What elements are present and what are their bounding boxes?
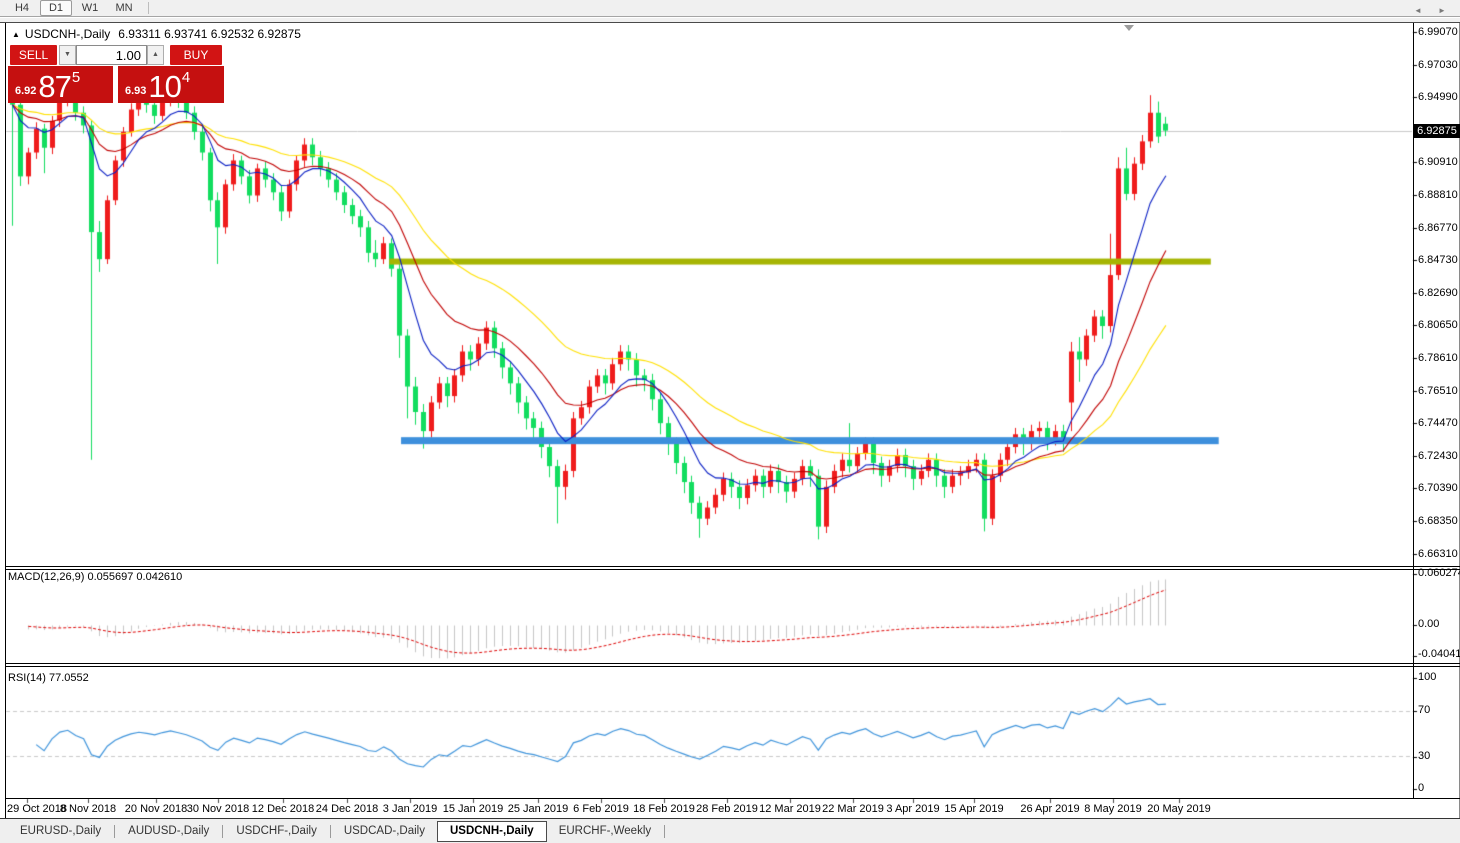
price-axis-label: 6.88810 <box>1418 189 1458 201</box>
date-label: 18 Feb 2019 <box>633 803 695 815</box>
timeframe-button-d1[interactable]: D1 <box>40 0 72 16</box>
date-label: 26 Apr 2019 <box>1020 803 1080 815</box>
macd-rsi-separator-line1[interactable] <box>5 663 1460 664</box>
one-click-trading-panel: SELL ▼ ▲ BUY 6.92 87 5 6.93 10 4 <box>8 44 224 104</box>
date-label: 20 May 2019 <box>1147 803 1211 815</box>
rsi-axis-label: 0 <box>1418 782 1425 794</box>
date-label: 15 Jan 2019 <box>442 803 504 815</box>
date-label: 15 Apr 2019 <box>944 803 1004 815</box>
timeframe-button-h4[interactable]: H4 <box>6 0 38 16</box>
price-axis-label: 6.68350 <box>1418 515 1458 527</box>
price-axis-label: 6.99070 <box>1418 26 1458 38</box>
tab-eurusd[interactable]: EURUSD-,Daily <box>8 822 113 840</box>
rsi-axis-label: 100 <box>1418 671 1437 683</box>
tab-separator <box>114 824 116 838</box>
volume-decrease-button[interactable]: ▼ <box>59 45 76 65</box>
chart-macd-separator-line1[interactable] <box>5 566 1460 567</box>
price-axis-label: 6.82690 <box>1418 286 1458 299</box>
date-label: 3 Apr 2019 <box>886 803 940 815</box>
tab-scroll-left-icon[interactable]: ◄ <box>1414 6 1422 15</box>
price-axis-label: 6.76510 <box>1418 384 1458 397</box>
volume-increase-button[interactable]: ▲ <box>147 45 164 65</box>
price-axis-label: 6.84730 <box>1418 254 1458 267</box>
price-axis-label: 6.74470 <box>1418 417 1458 430</box>
sell-button[interactable]: SELL <box>10 45 57 65</box>
macd-axis-label: -0.040412 <box>1418 648 1460 660</box>
tab-usdcad[interactable]: USDCAD-,Daily <box>332 822 437 840</box>
rsi-axis-label: 70 <box>1418 704 1431 716</box>
plot-left-border <box>5 23 6 818</box>
collapse-arrow-icon[interactable]: ▲ <box>12 30 20 39</box>
timeframe-button-mn[interactable]: MN <box>108 0 140 16</box>
chart-symbol-label: USDCNH-,Daily <box>24 27 111 41</box>
tab-separator <box>222 824 224 838</box>
buy-price-prefix: 6.93 <box>125 85 147 97</box>
volume-input[interactable] <box>76 45 147 65</box>
sell-price-prefix: 6.92 <box>15 85 37 97</box>
macd-rsi-separator-line2[interactable] <box>5 666 1460 667</box>
buy-price-display[interactable]: 6.93 10 4 <box>118 66 224 103</box>
rsi-bottom-border <box>5 798 1460 799</box>
buy-button[interactable]: BUY <box>170 45 222 65</box>
date-label: 8 May 2019 <box>1084 803 1142 815</box>
date-label: 30 Nov 2018 <box>186 803 250 815</box>
price-axis-label: 6.97030 <box>1418 58 1458 71</box>
price-axis-label: 6.66310 <box>1418 547 1458 560</box>
tab-separator <box>329 824 331 838</box>
date-label: 3 Jan 2019 <box>382 803 438 815</box>
price-axis-label: 6.70390 <box>1418 482 1458 495</box>
tab-usdcnh[interactable]: USDCNH-,Daily <box>436 820 547 842</box>
date-label: 28 Feb 2019 <box>696 803 758 815</box>
chart-macd-separator-line2[interactable] <box>5 569 1460 570</box>
tab-audusd[interactable]: AUDUSD-,Daily <box>116 822 221 840</box>
date-label: 25 Jan 2019 <box>507 803 569 815</box>
price-axis-border[interactable] <box>1413 23 1414 799</box>
tab-eurchf[interactable]: EURCHF-,Weekly <box>547 822 663 840</box>
current-price-tag: 6.92875 <box>1414 124 1460 138</box>
date-label: 8 Nov 2018 <box>59 803 117 815</box>
chart-window-top-border <box>0 22 1460 23</box>
toolbar-divider <box>148 2 149 14</box>
rsi-axis-label: 30 <box>1418 750 1431 762</box>
sell-price-sup: 5 <box>71 69 81 86</box>
rsi-indicator-label: RSI(14) 77.0552 <box>8 672 89 684</box>
date-label: 22 Mar 2019 <box>822 803 884 815</box>
price-axis-label: 6.80650 <box>1418 319 1458 332</box>
macd-indicator-label: MACD(12,26,9) 0.055697 0.042610 <box>8 571 183 583</box>
timeframe-button-w1[interactable]: W1 <box>74 0 106 16</box>
tab-scroll-right-icon[interactable]: ► <box>1438 6 1446 15</box>
date-label: 29 Oct 2018 <box>7 803 67 815</box>
macd-axis-label: 0.060274 <box>1418 567 1460 579</box>
macd-axis-label: 0.00 <box>1418 618 1440 630</box>
tab-usdchf[interactable]: USDCHF-,Daily <box>224 822 329 840</box>
price-axis-label: 6.94990 <box>1418 91 1458 104</box>
date-label: 12 Mar 2019 <box>759 803 821 815</box>
date-label: 12 Dec 2018 <box>251 803 315 815</box>
price-axis-label: 6.90910 <box>1418 156 1458 169</box>
price-axis-label: 6.72430 <box>1418 449 1458 462</box>
buy-price-main: 10 <box>148 69 181 103</box>
sell-price-display[interactable]: 6.92 87 5 <box>8 66 113 103</box>
buy-price-sup: 4 <box>181 69 191 86</box>
chart-shift-marker-icon[interactable] <box>1124 25 1134 31</box>
tab-separator <box>664 824 666 838</box>
symbol-tab-bar: EURUSD-,Daily AUDUSD-,Daily USDCHF-,Daily U… <box>0 819 1460 843</box>
chart-ohlc-values: 6.93311 6.93741 6.92532 6.92875 <box>118 27 301 41</box>
sell-price-main: 87 <box>38 69 71 103</box>
date-label: 20 Nov 2018 <box>124 803 188 815</box>
chart-title: ▲ USDCNH-,Daily 6.93311 6.93741 6.92532 6.… <box>12 27 301 41</box>
timeframe-toolbar: H4 D1 W1 MN <box>0 0 1460 17</box>
price-axis-label: 6.78610 <box>1418 352 1458 364</box>
date-label: 24 Dec 2018 <box>315 803 379 815</box>
date-label: 6 Feb 2019 <box>573 803 629 815</box>
price-axis-label: 6.86770 <box>1418 221 1458 234</box>
chart-plot-canvas[interactable] <box>0 0 1460 843</box>
